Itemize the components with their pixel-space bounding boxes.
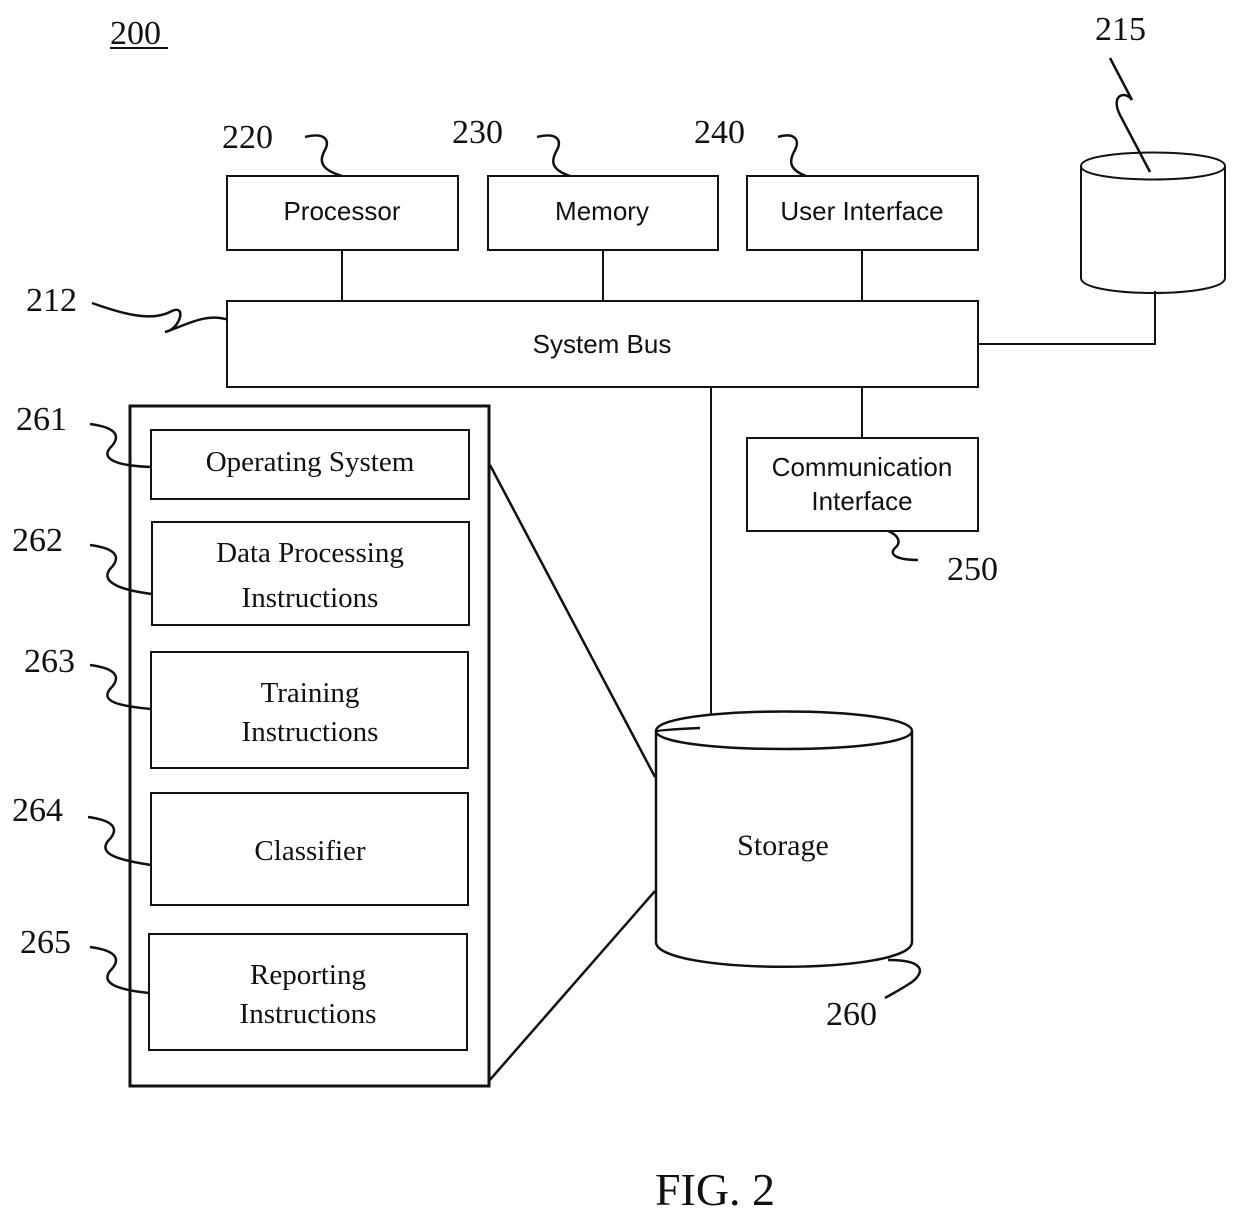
leader-230 <box>536 134 571 178</box>
data-processing-label-1: Data Processing <box>216 537 404 569</box>
training-label-1: Training <box>261 677 360 709</box>
ref-230: 230 <box>452 114 503 151</box>
processor-label: Processor <box>283 196 400 226</box>
leader-220 <box>304 134 343 178</box>
ref-265: 265 <box>20 924 71 961</box>
system-bus-block: 212 System Bus <box>26 282 979 388</box>
memory-label-text: Memory <box>555 196 649 226</box>
ref-261: 261 <box>16 401 67 438</box>
ref-240: 240 <box>694 114 745 151</box>
memory-block: 230 Memory <box>452 114 719 301</box>
ref-263: 263 <box>24 643 75 680</box>
content-item-data-processing: 262 Data Processing Instructions <box>12 521 470 626</box>
block-diagram: 200 220 Processor 230 Memory 240 User In… <box>12 11 1226 1215</box>
ref-220: 220 <box>222 119 273 156</box>
ref-260: 260 <box>826 996 877 1033</box>
system-bus-label: System Bus <box>533 329 672 359</box>
content-item-reporting: 265 Reporting Instructions <box>20 924 468 1051</box>
user-interface-block: 240 User Interface <box>694 114 979 301</box>
operating-system-label: Operating System <box>206 446 415 478</box>
database-215-icon <box>1080 151 1226 294</box>
expansion-line-top <box>488 464 657 778</box>
classifier-label: Classifier <box>254 835 365 867</box>
ref-264: 264 <box>12 792 63 829</box>
bus-db-connector <box>978 291 1156 345</box>
leader-260 <box>884 958 922 1000</box>
ref-262: 262 <box>12 522 63 559</box>
ref-250: 250 <box>947 551 998 588</box>
user-interface-label: User Interface <box>780 196 943 226</box>
storage-contents-panel: 261 Operating System 262 Data Processing… <box>12 401 491 1088</box>
leader-250 <box>887 529 919 562</box>
communication-interface-block: Communication Interface 250 <box>746 387 998 588</box>
figure-caption: FIG. 2 <box>655 1164 775 1215</box>
data-processing-label-2: Instructions <box>242 582 379 614</box>
ref-212: 212 <box>26 282 77 319</box>
leader-240 <box>777 134 807 178</box>
ref-215: 215 <box>1095 11 1146 48</box>
expansion-line-bottom <box>487 890 656 1083</box>
leader-212 <box>91 301 230 334</box>
content-item-training: 263 Training Instructions <box>24 643 469 769</box>
reporting-label-2: Instructions <box>240 998 377 1030</box>
communication-interface-label-1: Communication <box>772 452 953 482</box>
external-database: 215 <box>978 11 1226 345</box>
content-item-classifier: 264 Classifier <box>12 792 469 906</box>
training-label-2: Instructions <box>242 716 379 748</box>
storage-label: Storage <box>737 829 829 862</box>
reporting-label-1: Reporting <box>250 959 366 991</box>
communication-interface-label-2: Interface <box>811 486 912 516</box>
processor-block: 220 Processor <box>222 119 459 301</box>
figure-number: 200 <box>110 15 161 52</box>
